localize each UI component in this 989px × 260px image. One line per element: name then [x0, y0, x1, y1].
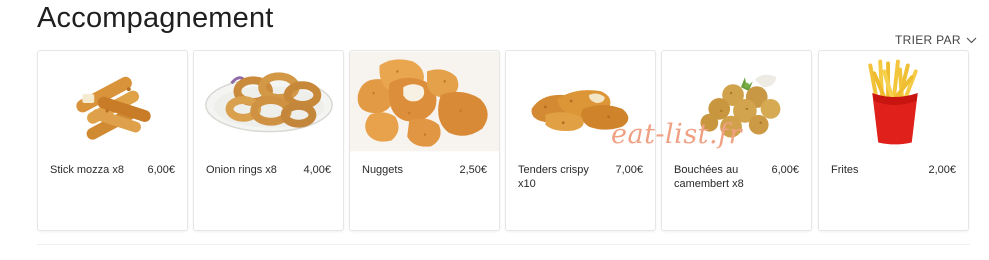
- product-card-onion-rings[interactable]: Onion rings x8 4,00€: [193, 50, 344, 231]
- product-card-nuggets[interactable]: Nuggets 2,50€: [349, 50, 500, 231]
- product-price: 6,00€: [147, 164, 175, 176]
- product-price: 2,00€: [928, 164, 956, 176]
- onion-rings-image: [205, 72, 333, 133]
- product-name: Bouchées au camembert x8: [674, 164, 744, 190]
- product-card-frites[interactable]: Frites 2,00€: [818, 50, 969, 231]
- product-name: Tenders crispy x10: [518, 164, 589, 190]
- product-name: Nuggets: [362, 164, 403, 176]
- section-divider: [37, 244, 970, 245]
- product-name: Onion rings x8: [206, 164, 277, 176]
- sort-label: TRIER PAR: [895, 33, 961, 47]
- product-price: 6,00€: [771, 164, 799, 176]
- product-card-stick-mozza[interactable]: Stick mozza x8 6,00€: [37, 50, 188, 231]
- watermark: eat-list.fr: [611, 119, 743, 150]
- mozzarella-sticks-image: [76, 76, 151, 140]
- section-title: Accompagnement: [37, 2, 274, 34]
- nuggets-image: [350, 51, 499, 152]
- sort-dropdown[interactable]: TRIER PAR: [895, 31, 977, 49]
- chevron-down-icon: [966, 37, 977, 43]
- product-name: Frites: [831, 164, 859, 176]
- french-fries-image: [868, 59, 918, 145]
- product-price: 4,00€: [303, 164, 331, 176]
- product-price: 7,00€: [615, 164, 643, 176]
- product-name: Stick mozza x8: [50, 164, 124, 176]
- product-price: 2,50€: [459, 164, 487, 176]
